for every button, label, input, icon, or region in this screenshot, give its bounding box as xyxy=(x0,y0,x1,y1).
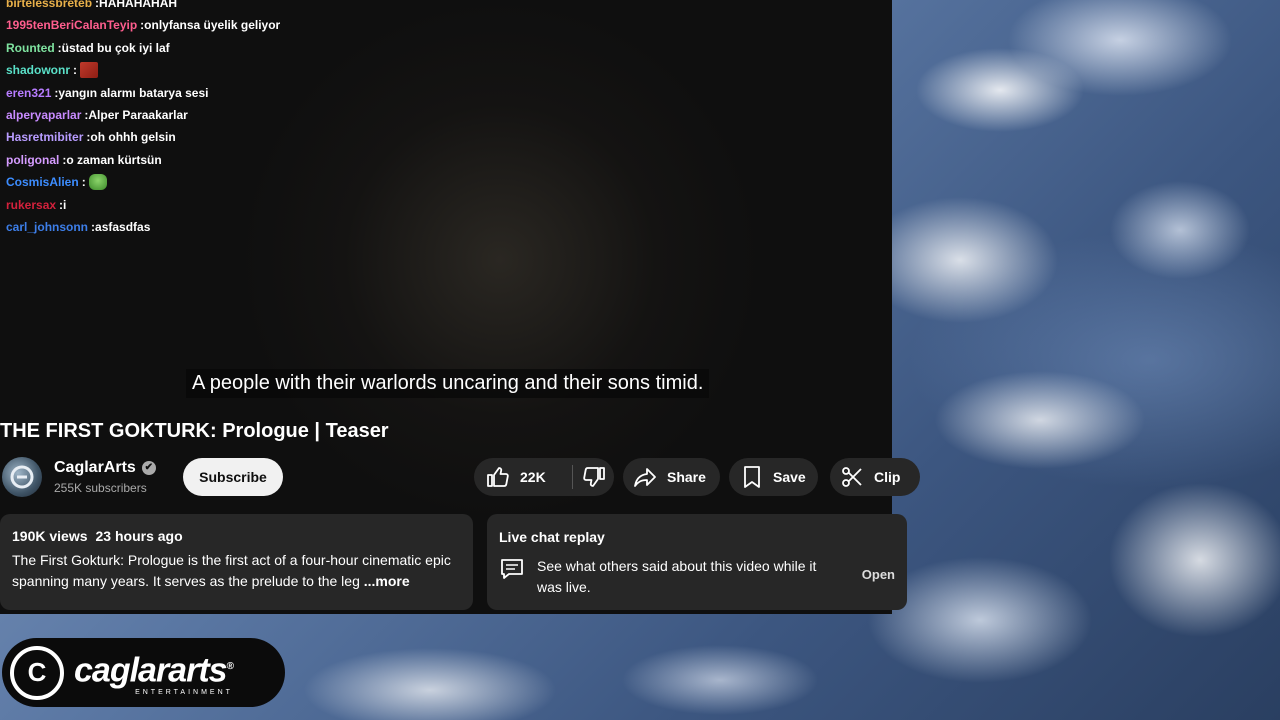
channel-logo-icon xyxy=(10,465,34,489)
chat-message: Hasretmibiter: oh ohhh gelsin xyxy=(6,126,506,148)
chat-text: onlyfansa üyelik geliyor xyxy=(144,18,281,33)
open-chat-button[interactable]: Open xyxy=(862,567,895,582)
chat-overlay: birtelessbreteb: HAHAHAHAH 1995tenBeriCal… xyxy=(6,0,506,238)
verified-icon: ✔ xyxy=(141,461,156,475)
chat-bubble-icon xyxy=(499,556,525,582)
chat-message: shadowonr: xyxy=(6,59,506,81)
live-chat-title: Live chat replay xyxy=(499,529,605,545)
live-chat-row: See what others said about this video wh… xyxy=(499,556,895,598)
upload-age: 23 hours ago xyxy=(95,528,183,544)
chat-message: poligonal: o zaman kürtsün xyxy=(6,149,506,171)
red-emote-icon xyxy=(80,62,99,79)
channel-avatar[interactable] xyxy=(2,457,42,497)
channel-name[interactable]: CaglarArts ✔ xyxy=(54,459,156,477)
chat-text: i xyxy=(63,197,67,212)
chat-message: birtelessbreteb: HAHAHAHAH xyxy=(6,0,506,14)
chat-text: yangın alarmı batarya sesi xyxy=(58,85,209,100)
chat-username[interactable]: alperyaparlar xyxy=(6,104,81,126)
logo-name: caglararts xyxy=(74,651,228,690)
green-emote-icon xyxy=(88,174,107,191)
chat-message: eren321: yangın alarmı batarya sesi xyxy=(6,82,506,104)
chat-message: rukersax: i xyxy=(6,194,506,216)
save-label: Save xyxy=(773,469,806,485)
scissors-icon xyxy=(840,465,864,489)
chat-username[interactable]: rukersax xyxy=(6,194,56,216)
share-label: Share xyxy=(667,469,706,485)
chat-text: oh ohhh gelsin xyxy=(90,130,176,145)
logo-wordmark: caglararts® ENTERTAINMENT xyxy=(74,649,234,696)
thumbs-up-icon xyxy=(486,465,510,489)
chat-separator: : xyxy=(73,63,78,78)
chat-text: Alper Paraakarlar xyxy=(88,107,188,122)
chat-message: CosmisAlien: xyxy=(6,171,506,193)
view-count: 190K views xyxy=(12,528,88,544)
like-button[interactable]: 22K xyxy=(474,458,572,496)
description-meta: 190K views 23 hours ago xyxy=(12,528,461,544)
chat-text: o zaman kürtsün xyxy=(66,152,162,167)
thumbs-down-icon xyxy=(582,465,606,489)
chat-text: HAHAHAHAH xyxy=(99,0,178,10)
subscribe-button[interactable]: Subscribe xyxy=(183,458,283,496)
registered-mark: ® xyxy=(226,661,234,673)
share-button[interactable]: Share xyxy=(623,458,720,496)
chat-username[interactable]: birtelessbreteb xyxy=(6,0,92,14)
description-text-block: The First Gokturk: Prologue is the first… xyxy=(12,550,461,592)
chat-separator: : xyxy=(81,175,86,190)
chat-message: Rounted: üstad bu çok iyi laf xyxy=(6,37,506,59)
chat-text: asfasdfas xyxy=(95,219,151,234)
chat-username[interactable]: poligonal xyxy=(6,149,59,171)
chat-username[interactable]: eren321 xyxy=(6,82,51,104)
chat-username[interactable]: Rounted xyxy=(6,37,55,59)
video-title: THE FIRST GOKTURK: Prologue | Teaser xyxy=(0,420,389,442)
logo-mark-icon: C xyxy=(10,645,64,700)
dislike-button[interactable] xyxy=(573,458,614,496)
video-player[interactable]: birtelessbreteb: HAHAHAHAH 1995tenBeriCal… xyxy=(0,0,920,614)
chat-message: carl_johnsonn: asfasdfas xyxy=(6,216,506,238)
live-chat-description: See what others said about this video wh… xyxy=(537,558,817,595)
subscriber-count: 255K subscribers xyxy=(54,481,147,495)
chat-username[interactable]: 1995tenBeriCalanTeyip xyxy=(6,14,137,36)
like-count: 22K xyxy=(520,469,546,485)
like-dislike-group: 22K xyxy=(474,458,614,496)
share-icon xyxy=(633,465,657,489)
clip-button[interactable]: Clip xyxy=(830,458,920,496)
live-chat-replay-box: Live chat replay See what others said ab… xyxy=(487,514,907,610)
chat-message: alperyaparlar: Alper Paraakarlar xyxy=(6,104,506,126)
chat-username[interactable]: shadowonr xyxy=(6,59,70,81)
logo-text: caglararts® xyxy=(74,649,234,690)
chat-message: 1995tenBeriCalanTeyip: onlyfansa üyelik … xyxy=(6,14,506,36)
chat-text: üstad bu çok iyi laf xyxy=(61,40,170,55)
caglararts-logo: C caglararts® ENTERTAINMENT xyxy=(2,638,285,707)
logo-subtext: ENTERTAINMENT xyxy=(135,688,233,696)
chat-username[interactable]: Hasretmibiter xyxy=(6,126,83,148)
chat-username[interactable]: carl_johnsonn xyxy=(6,216,88,238)
clip-label: Clip xyxy=(874,469,901,485)
bookmark-icon xyxy=(741,465,763,489)
save-button[interactable]: Save xyxy=(729,458,818,496)
show-more-button[interactable]: ...more xyxy=(364,573,410,589)
description-box[interactable]: 190K views 23 hours ago The First Goktur… xyxy=(0,514,473,610)
channel-name-text[interactable]: CaglarArts xyxy=(54,459,136,477)
chat-username[interactable]: CosmisAlien xyxy=(6,171,79,193)
video-subtitle: A people with their warlords uncaring an… xyxy=(186,369,710,398)
